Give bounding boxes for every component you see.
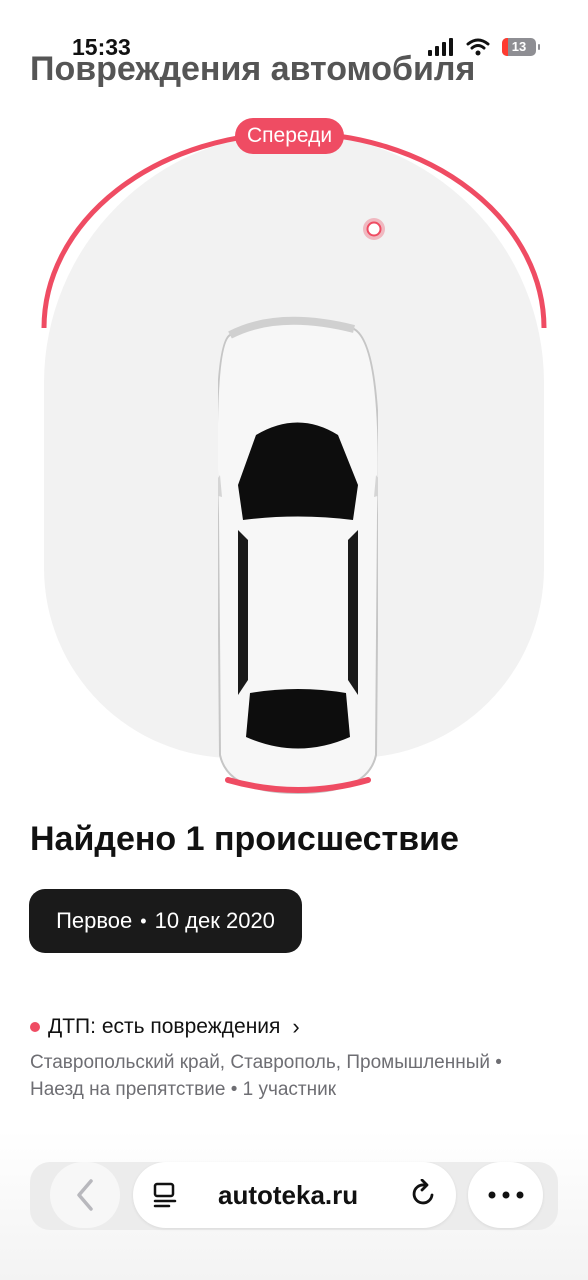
address-bar[interactable]: autoteka.ru xyxy=(133,1162,456,1228)
incident-description: Ставропольский край, Ставрополь, Промышл… xyxy=(30,1049,550,1103)
incident-chip-separator: • xyxy=(140,910,147,931)
more-button[interactable] xyxy=(468,1162,543,1228)
incidents-count-title: Найдено 1 происшествие xyxy=(30,820,459,858)
incident-chip-date: 10 дек 2020 xyxy=(154,908,275,933)
back-button[interactable] xyxy=(50,1162,120,1228)
incident-separator: • xyxy=(230,1079,238,1100)
incident-location: Ставропольский край, Ставрополь, Промышл… xyxy=(30,1052,491,1073)
incident-location-line: Ставропольский край, Ставрополь, Промышл… xyxy=(30,1049,550,1076)
incident-chip-label: Первое xyxy=(56,908,133,933)
battery-icon: 13 xyxy=(502,38,540,56)
incident-title: ДТП: есть повреждения xyxy=(48,1015,281,1038)
incident-chip[interactable]: Первое • 10 дек 2020 xyxy=(29,889,302,953)
incident-type-line: Наезд на препятствие • 1 участник xyxy=(30,1076,550,1103)
car-damage-diagram: Спереди xyxy=(40,115,548,795)
incident-type: Наезд на препятствие xyxy=(30,1079,226,1100)
reload-icon[interactable] xyxy=(410,1179,438,1209)
incident-participants: 1 участник xyxy=(242,1079,337,1100)
chevron-right-icon: › xyxy=(292,1014,300,1039)
page-title: Повреждения автомобиля xyxy=(30,50,476,88)
battery-level: 13 xyxy=(511,39,527,54)
status-dot-icon xyxy=(30,1022,40,1032)
front-side-badge: Спереди xyxy=(235,118,345,154)
incident-link[interactable]: ДТП: есть повреждения › xyxy=(30,1014,300,1040)
url-text: autoteka.ru xyxy=(218,1180,359,1210)
chevron-left-icon xyxy=(77,1179,93,1211)
more-icon xyxy=(488,1191,523,1199)
car-top-view[interactable] xyxy=(218,315,378,795)
reader-icon[interactable] xyxy=(151,1181,179,1209)
damage-marker-icon[interactable] xyxy=(362,217,386,241)
incident-separator: • xyxy=(495,1052,502,1073)
